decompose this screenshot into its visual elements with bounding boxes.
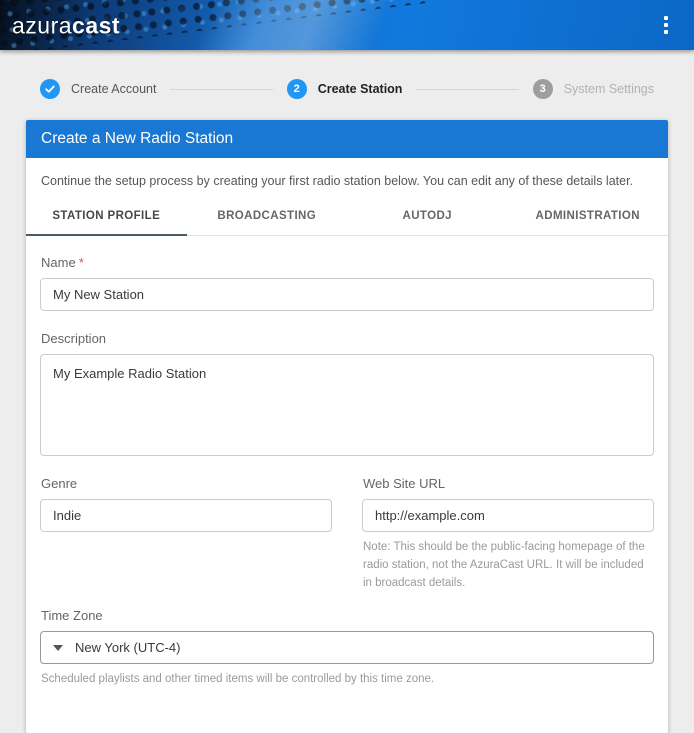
name-input[interactable] xyxy=(40,278,654,311)
tab-autodj[interactable]: AUTODJ xyxy=(347,198,508,235)
step-label: Create Account xyxy=(71,82,156,96)
timezone-label: Time Zone xyxy=(41,608,654,623)
timezone-field-group: Time Zone New York (UTC-4) Scheduled pla… xyxy=(40,608,654,689)
card-intro-text: Continue the setup process by creating y… xyxy=(41,174,653,188)
website-note: Note: This should be the public-facing h… xyxy=(363,539,653,592)
step-label: Create Station xyxy=(318,82,403,96)
create-station-card: Create a New Radio Station Continue the … xyxy=(26,120,668,733)
website-field-group: Web Site URL Note: This should be the pu… xyxy=(362,476,654,592)
logo-text-light: azura xyxy=(12,13,72,39)
description-field-group: Description My Example Radio Station xyxy=(40,331,654,456)
step-system-settings: 3 System Settings xyxy=(533,79,654,99)
genre-field-group: Genre xyxy=(40,476,332,532)
name-label: Name* xyxy=(41,255,654,270)
check-icon xyxy=(40,79,60,99)
step-number-badge: 3 xyxy=(533,79,553,99)
required-asterisk: * xyxy=(79,255,84,270)
chevron-down-icon xyxy=(53,645,63,651)
stepper-connector xyxy=(416,89,518,90)
station-profile-form: Name* Description My Example Radio Stati… xyxy=(40,236,654,689)
step-label: System Settings xyxy=(564,82,654,96)
step-number-badge: 2 xyxy=(287,79,307,99)
step-create-station: 2 Create Station xyxy=(287,79,403,99)
description-textarea[interactable]: My Example Radio Station xyxy=(40,354,654,456)
tab-station-profile[interactable]: STATION PROFILE xyxy=(26,198,187,236)
setup-stepper: Create Account 2 Create Station 3 System… xyxy=(0,50,694,99)
website-input[interactable] xyxy=(362,499,654,532)
genre-label: Genre xyxy=(41,476,332,491)
tab-administration[interactable]: ADMINISTRATION xyxy=(508,198,669,235)
step-create-account: Create Account xyxy=(40,79,156,99)
tab-broadcasting[interactable]: BROADCASTING xyxy=(187,198,348,235)
azuracast-logo: azuracast xyxy=(12,13,120,40)
website-label: Web Site URL xyxy=(363,476,654,491)
timezone-selected-value: New York (UTC-4) xyxy=(75,640,180,655)
station-tabs: STATION PROFILE BROADCASTING AUTODJ ADMI… xyxy=(26,198,668,236)
kebab-menu-icon[interactable] xyxy=(651,10,681,40)
description-label: Description xyxy=(41,331,654,346)
genre-website-row: Genre Web Site URL Note: This should be … xyxy=(40,476,654,592)
card-title: Create a New Radio Station xyxy=(26,120,668,158)
app-header: azuracast xyxy=(0,0,694,50)
logo-text-bold: cast xyxy=(72,13,120,39)
timezone-note: Scheduled playlists and other timed item… xyxy=(41,671,653,689)
timezone-select[interactable]: New York (UTC-4) xyxy=(40,631,654,664)
stepper-connector xyxy=(170,89,272,90)
genre-input[interactable] xyxy=(40,499,332,532)
name-field-group: Name* xyxy=(40,255,654,311)
